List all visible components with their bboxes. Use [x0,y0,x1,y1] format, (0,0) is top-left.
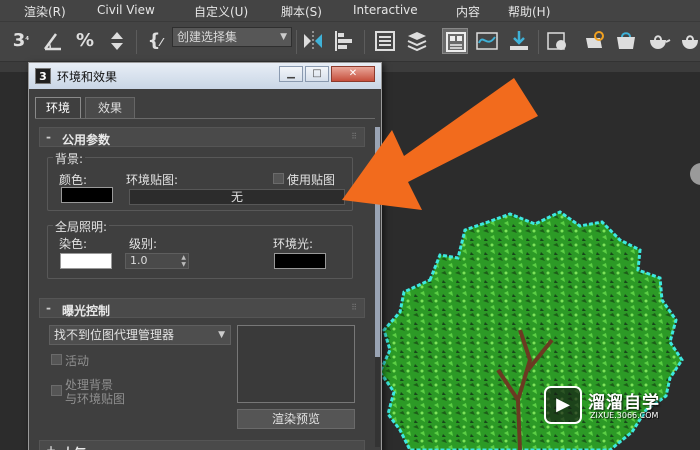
scene-explorer-icon[interactable] [372,28,398,54]
tab-effects[interactable]: 效果 [85,97,135,119]
menu-customize[interactable]: 自定义(U) [194,3,248,20]
menu-scripting[interactable]: 脚本(S) [281,3,322,20]
grip-icon: ⠿ [351,303,357,312]
rollout-title: 曝光控制 [62,304,111,318]
collapse-icon: - [46,301,51,315]
ambient-label: 环境光: [273,237,314,251]
level-value: 1.0 [130,254,148,267]
bg-color-label: 颜色: [59,173,88,187]
active-checkbox[interactable] [51,354,62,365]
percent-snap-icon[interactable]: % [72,28,98,54]
level-label: 级别: [129,237,158,251]
dialog-titlebar[interactable]: 3 环境和效果 ▁ □ ✕ [29,63,381,89]
curve-editor-icon[interactable] [474,28,500,54]
level-spinner[interactable]: 1.0 ▲ ▼ [125,253,189,269]
watermark-logo-icon: ▶ [544,386,582,424]
watermark-name: 溜溜自学 [588,393,660,413]
exposure-type-dropdown[interactable]: 找不到位图代理管理器 ▼ [49,325,231,345]
rollout-exposure-control[interactable]: - 曝光控制 ⠿ [39,298,365,318]
menu-civil-view[interactable]: Civil View [97,3,155,17]
rendered-frame-window-icon[interactable] [614,28,640,54]
rollout-title: 大气 [62,444,86,450]
tint-label: 染色: [59,237,88,251]
chevron-down-icon: ▼ [280,32,287,42]
render-production-icon[interactable] [646,28,672,54]
layer-explorer-icon[interactable] [404,28,430,54]
angle-snap-icon[interactable] [40,28,66,54]
rollout-atmosphere[interactable]: + 大气 [39,440,365,450]
named-selection-set-placeholder: 创建选择集 [177,30,238,44]
menu-interactive[interactable]: Interactive [353,3,418,17]
bg-color-swatch[interactable] [61,187,113,203]
use-map-label: 使用贴图 [287,173,336,187]
active-label: 活动 [65,354,90,368]
mirror-icon[interactable] [300,28,326,54]
schematic-view-icon[interactable] [506,28,532,54]
align-icon[interactable] [332,28,358,54]
global-lighting-label: 全局照明: [53,218,110,235]
watermark: ▶ 溜溜自学 ZIXUE.3066.COM [544,380,664,430]
menu-content[interactable]: 内容 [456,3,480,20]
spinner-arrows-icon[interactable]: ▲ ▼ [181,254,186,268]
environment-effects-dialog: 3 环境和效果 ▁ □ ✕ 环境 效果 - 公用参数 ⠿ 背景: 颜色: 环境贴… [28,62,382,450]
maximize-icon[interactable]: □ [305,66,329,82]
collapse-icon: - [46,130,51,144]
tab-environment[interactable]: 环境 [35,97,81,119]
menu-render[interactable]: 渲染(R) [24,3,66,20]
main-toolbar: 3⁴ % {⁄ [0,22,700,62]
ribbon-toggle-icon[interactable] [442,28,468,54]
chevron-down-icon: ▼ [218,330,225,340]
minimize-icon[interactable]: ▁ [279,66,303,82]
process-bg-label-2: 与环境贴图 [65,392,126,406]
env-map-button[interactable]: 无 [129,189,345,205]
exposure-type-value: 找不到位图代理管理器 [54,328,175,342]
env-map-label: 环境贴图: [126,173,179,187]
rollout-title: 公用参数 [62,133,111,147]
grip-icon: ⠿ [351,132,357,141]
app-icon: 3 [35,68,51,84]
dialog-scrollbar[interactable] [375,127,380,447]
close-icon[interactable]: ✕ [331,66,375,82]
process-bg-checkbox[interactable] [51,385,62,396]
ambient-color-swatch[interactable] [274,253,326,269]
use-map-checkbox[interactable] [273,173,284,184]
material-editor-icon[interactable] [544,28,570,54]
render-preview-button[interactable]: 渲染预览 [237,409,355,429]
render-iterative-icon[interactable] [678,28,700,54]
tint-color-swatch[interactable] [60,253,112,269]
menu-bar: 渲染(R) Civil View 自定义(U) 脚本(S) Interactiv… [0,0,700,22]
background-group-label: 背景: [53,150,86,167]
expand-icon: + [46,443,57,450]
scrollbar-thumb[interactable] [375,127,380,357]
render-setup-icon[interactable] [582,28,608,54]
named-selection-set-dropdown[interactable]: 创建选择集 ▼ [172,27,292,47]
exposure-preview [237,325,355,403]
dialog-title: 环境和效果 [57,70,118,84]
rollout-common-params[interactable]: - 公用参数 ⠿ [39,127,365,147]
edit-named-selection-icon[interactable]: {⁄ [142,28,168,54]
window-controls: ▁ □ ✕ [279,66,377,84]
watermark-url: ZIXUE.3066.COM [590,411,659,420]
spinner-snap-icon[interactable] [104,28,130,54]
snap-3d-icon[interactable]: 3⁴ [8,28,34,54]
menu-help[interactable]: 帮助(H) [508,3,550,20]
